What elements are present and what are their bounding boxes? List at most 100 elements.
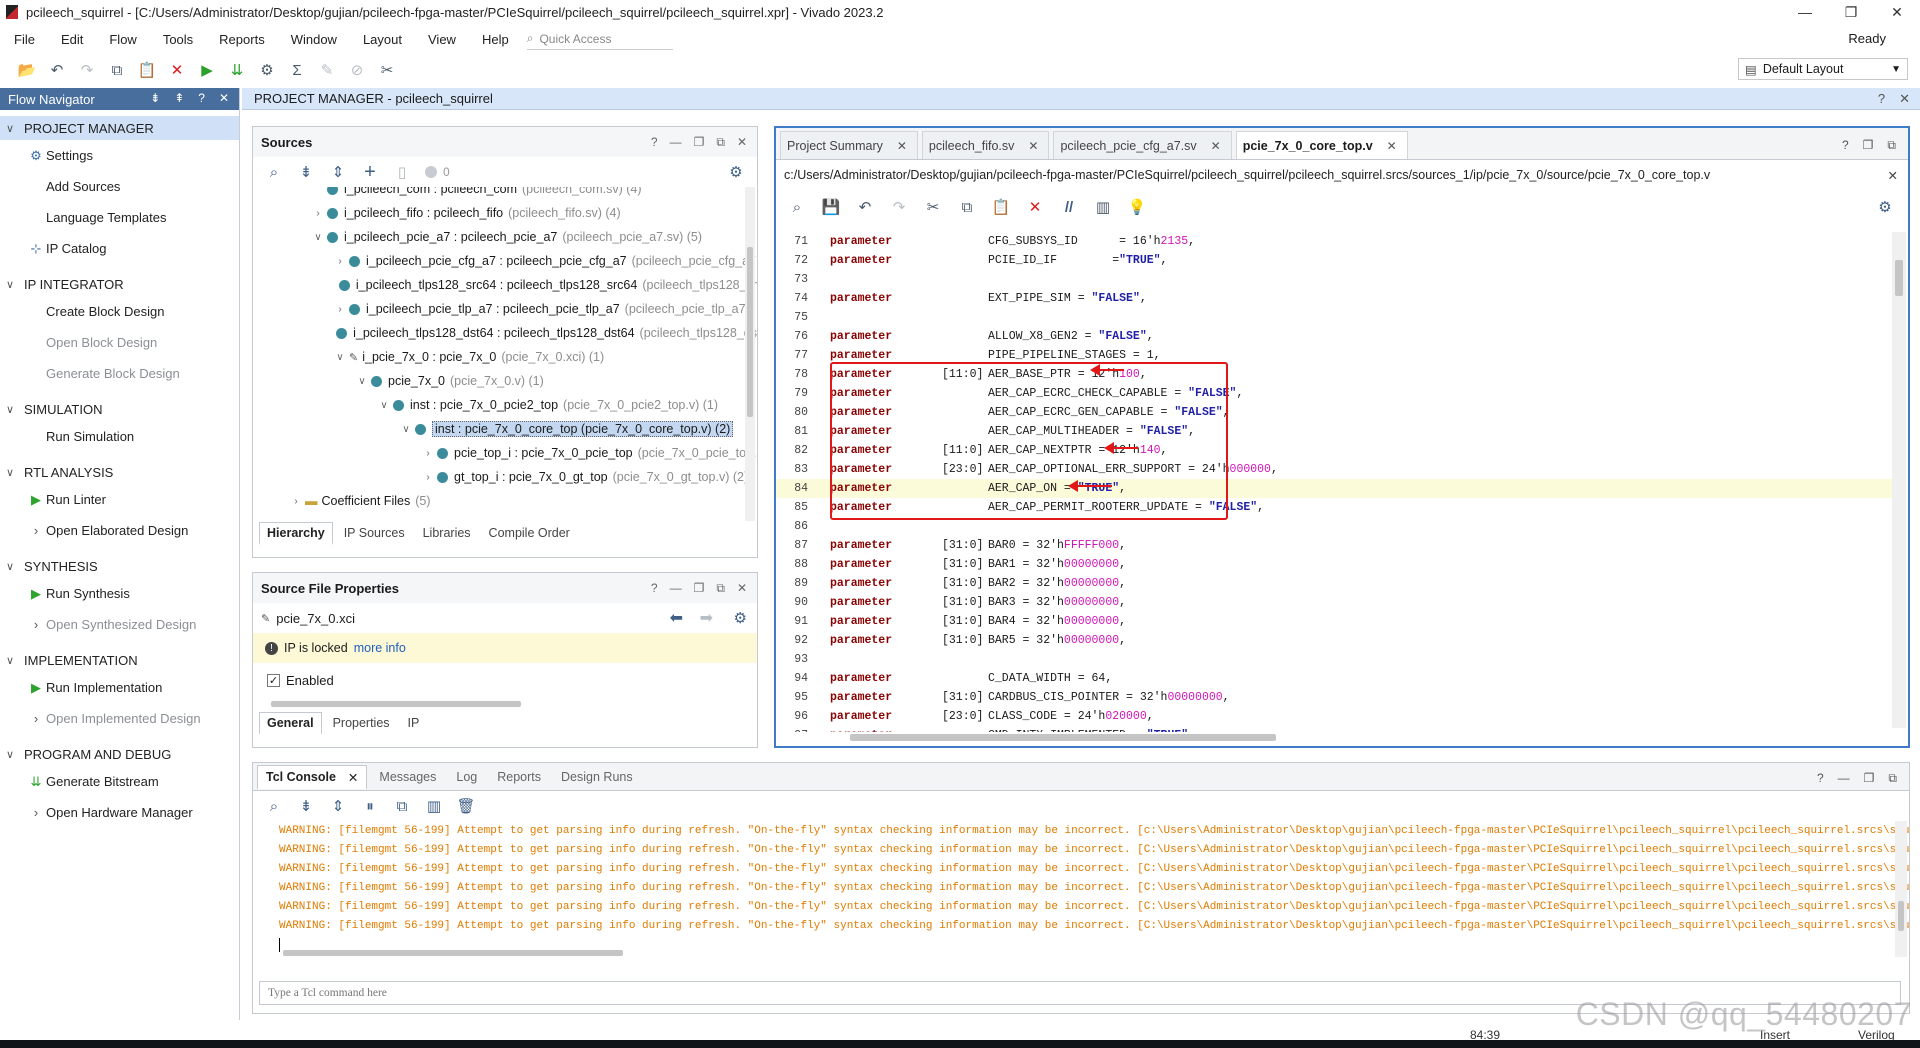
- nav-open-elaborated-design[interactable]: › Open Elaborated Design: [0, 515, 239, 546]
- restore-icon[interactable]: ❐: [694, 135, 705, 150]
- section-synthesis[interactable]: ∨ SYNTHESIS: [0, 554, 239, 578]
- gear-icon[interactable]: ⚙: [734, 609, 747, 627]
- tree-node[interactable]: i_pcileech_tlps128_dst64 : pcileech_tlps…: [253, 321, 757, 345]
- run-icon[interactable]: ▶: [194, 59, 220, 81]
- tab-properties[interactable]: Properties: [326, 713, 397, 733]
- redo-icon[interactable]: ↷: [884, 195, 914, 219]
- nav-run-linter[interactable]: ▶ Run Linter: [0, 484, 239, 515]
- gear-icon[interactable]: ⚙: [1870, 195, 1900, 219]
- nav-language-templates[interactable]: Language Templates: [0, 202, 239, 233]
- settings-gear-icon[interactable]: ⚙: [254, 59, 280, 81]
- restore-icon[interactable]: ❐: [1863, 138, 1874, 153]
- tree-node[interactable]: › i_pcileech_fifo : pcileech_fifo (pcileec…: [253, 201, 757, 225]
- code-line[interactable]: 95 parameter [31:0] CARDBUS_CIS_POINTER = 3…: [776, 688, 1894, 707]
- close-window-button[interactable]: ✕: [1874, 0, 1920, 24]
- editor-tab-core-top[interactable]: pcie_7x_0_core_top.v ✕: [1235, 131, 1408, 159]
- sources-scrollbar[interactable]: [745, 187, 755, 521]
- close-icon[interactable]: ✕: [1888, 168, 1898, 183]
- forward-arrow-icon[interactable]: ➡: [700, 608, 713, 628]
- code-line[interactable]: 93: [776, 650, 1894, 669]
- code-line[interactable]: 72 parameter PCIE_ID_IF = "TRUE",: [776, 251, 1894, 270]
- menu-tools[interactable]: Tools: [149, 32, 205, 47]
- code-line[interactable]: 74 parameter EXT_PIPE_SIM = "FALSE",: [776, 289, 1894, 308]
- search-icon[interactable]: ⌕: [782, 195, 812, 219]
- gear-icon[interactable]: ⚙: [723, 161, 749, 183]
- code-line[interactable]: 88 parameter [31:0] BAR1 = 32'h 00000000,: [776, 555, 1894, 574]
- nav-run-implementation[interactable]: ▶ Run Implementation: [0, 672, 239, 703]
- section-rtl-analysis[interactable]: ∨ RTL ANALYSIS: [0, 460, 239, 484]
- close-icon[interactable]: ✕: [348, 770, 358, 785]
- expand-all-icon[interactable]: ⇕: [325, 795, 351, 817]
- restore-icon[interactable]: ❐: [1864, 771, 1875, 786]
- nav-create-block-design[interactable]: Create Block Design: [0, 296, 239, 327]
- code-line[interactable]: 90 parameter [31:0] BAR3 = 32'h 00000000,: [776, 593, 1894, 612]
- sigma-icon[interactable]: Σ: [284, 59, 310, 81]
- nav-open-hardware-manager[interactable]: › Open Hardware Manager: [0, 797, 239, 828]
- tree-node[interactable]: › gt_top_i : pcie_7x_0_gt_top (pcie_7x_0_g…: [253, 465, 757, 489]
- tool-disabled-2-icon[interactable]: ⊘: [344, 59, 370, 81]
- paste-icon[interactable]: 📋: [986, 195, 1016, 219]
- tab-design-runs[interactable]: Design Runs: [553, 766, 641, 788]
- nav-open-block-design[interactable]: Open Block Design: [0, 327, 239, 358]
- tree-node[interactable]: ∨ i_pcileech_pcie_a7 : pcileech_pcie_a7 (p…: [253, 225, 757, 249]
- section-ip-integrator[interactable]: ∨ IP INTEGRATOR: [0, 272, 239, 296]
- lightbulb-icon[interactable]: 💡: [1122, 195, 1152, 219]
- tab-hierarchy[interactable]: Hierarchy: [259, 521, 333, 545]
- float-icon[interactable]: ⧉: [716, 135, 725, 150]
- tree-node[interactable]: ∨ ✎ i_pcie_7x_0 : pcie_7x_0 (pcie_7x_0.xci)…: [253, 345, 757, 369]
- code-line[interactable]: 94 parameter C_DATA_WIDTH = 64,: [776, 669, 1894, 688]
- code-line[interactable]: 96 parameter [23:0] CLASS_CODE = 24'h 020000…: [776, 707, 1894, 726]
- redo-icon[interactable]: ↷: [74, 59, 100, 81]
- tree-node[interactable]: ∨ inst : pcie_7x_0_pcie2_top (pcie_7x_0_pc…: [253, 393, 757, 417]
- bitstream-icon[interactable]: ⇊: [224, 59, 250, 81]
- editor-vscroll[interactable]: [1892, 232, 1906, 728]
- more-info-link[interactable]: more info: [354, 641, 406, 655]
- expand-all-icon[interactable]: ⇞: [174, 91, 184, 105]
- section-project-manager[interactable]: ∨ PROJECT MANAGER: [0, 116, 239, 140]
- menu-layout[interactable]: Layout: [349, 32, 414, 47]
- minimize-button[interactable]: —: [1782, 0, 1828, 24]
- editor-tab-cfg[interactable]: pcileech_pcie_cfg_a7.sv ✕: [1053, 131, 1232, 159]
- menu-reports[interactable]: Reports: [205, 32, 277, 47]
- minimize-icon[interactable]: —: [1838, 771, 1850, 786]
- code-line[interactable]: 89 parameter [31:0] BAR2 = 32'h 00000000,: [776, 574, 1894, 593]
- undo-icon[interactable]: ↶: [850, 195, 880, 219]
- console-vscroll[interactable]: [1895, 821, 1907, 957]
- section-implementation[interactable]: ∨ IMPLEMENTATION: [0, 648, 239, 672]
- code-line[interactable]: 92 parameter [31:0] BAR5 = 32'h 00000000,: [776, 631, 1894, 650]
- comment-icon[interactable]: //: [1054, 195, 1084, 219]
- console-hscroll[interactable]: [279, 947, 1899, 959]
- tree-node[interactable]: › i_pcileech_pcie_tlp_a7 : pcileech_pcie_…: [253, 297, 757, 321]
- tree-node[interactable]: › ▬ Coefficient Files (5): [253, 489, 757, 513]
- search-icon[interactable]: ⌕: [261, 161, 287, 183]
- help-icon[interactable]: ?: [1842, 138, 1849, 153]
- trash-icon[interactable]: 🗑: [453, 795, 479, 817]
- close-icon[interactable]: ✕: [1387, 139, 1397, 153]
- collapse-all-icon[interactable]: ⇟: [150, 91, 160, 105]
- tab-log[interactable]: Log: [448, 766, 485, 788]
- tab-ip[interactable]: IP: [401, 713, 427, 733]
- minimize-icon[interactable]: —: [670, 135, 682, 150]
- copy-icon[interactable]: ⧉: [952, 195, 982, 219]
- nav-generate-bitstream[interactable]: ⇊ Generate Bitstream: [0, 766, 239, 797]
- expand-all-icon[interactable]: ⇕: [325, 161, 351, 183]
- tab-tcl-console[interactable]: Tcl Console ✕: [257, 764, 368, 789]
- tree-node[interactable]: i_pcileech_com : pcileech_com (pcileech_c…: [253, 187, 757, 201]
- layout-select[interactable]: ▤ Default Layout ▼: [1738, 58, 1908, 80]
- add-icon[interactable]: +: [357, 161, 383, 183]
- delete-icon[interactable]: ✕: [164, 59, 190, 81]
- close-icon[interactable]: ✕: [897, 139, 907, 153]
- properties-hscroll[interactable]: [253, 697, 757, 711]
- close-icon[interactable]: ✕: [1028, 139, 1038, 153]
- collapse-all-icon[interactable]: ⇟: [293, 161, 319, 183]
- search-icon[interactable]: ⌕: [261, 795, 287, 817]
- tool-disabled-icon[interactable]: ✎: [314, 59, 340, 81]
- copy-icon[interactable]: ⧉: [104, 59, 130, 81]
- editor-tab-project-summary[interactable]: Project Summary ✕: [780, 131, 918, 159]
- delete-icon[interactable]: ✕: [1020, 195, 1050, 219]
- restore-button[interactable]: ❐: [1828, 0, 1874, 24]
- help-icon[interactable]: ?: [198, 91, 205, 105]
- tab-general[interactable]: General: [259, 711, 322, 735]
- back-arrow-icon[interactable]: ⬅: [670, 608, 683, 628]
- close-icon[interactable]: ✕: [1899, 91, 1910, 107]
